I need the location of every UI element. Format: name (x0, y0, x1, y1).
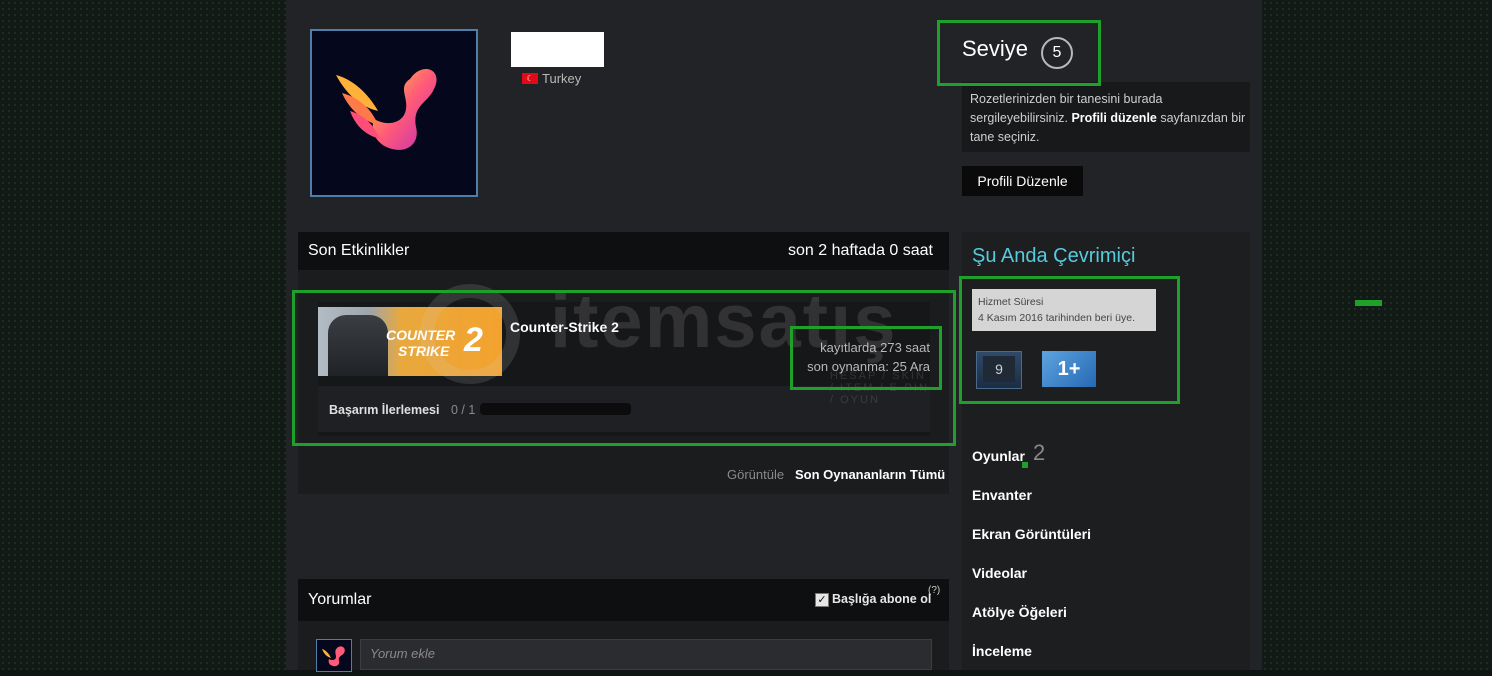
profile-name-redacted (511, 32, 604, 67)
online-status: Şu Anda Çevrimiçi (972, 245, 1136, 267)
comment-avatar (316, 639, 352, 672)
green-marker (1355, 300, 1382, 306)
sidebar-item-reviews[interactable]: İnceleme (972, 643, 1032, 659)
view-all-recent-games-link[interactable]: Son Oynananların Tümü (795, 467, 945, 482)
profile-avatar[interactable] (310, 29, 478, 197)
page-background-left (0, 0, 286, 670)
sidebar-item-videos[interactable]: Videolar (972, 565, 1027, 581)
green-marker-small (1022, 462, 1028, 468)
comment-input[interactable]: Yorum ekle (360, 639, 932, 670)
view-label: Görüntüle (727, 467, 785, 482)
subscribe-label[interactable]: Başlığa abone ol (832, 592, 931, 606)
activity-hours-summary: son 2 haftada 0 saat (788, 242, 933, 259)
profile-country: Turkey (542, 71, 582, 86)
page-background-right (1262, 0, 1492, 670)
games-count: 2 (1033, 440, 1046, 465)
subscribe-help-link[interactable]: (?) (928, 585, 940, 596)
sidebar-item-workshop[interactable]: Atölye Öğeleri (972, 604, 1067, 620)
edit-profile-button[interactable]: Profili Düzenle (962, 166, 1083, 196)
subscribe-checkbox[interactable]: ✓ (815, 593, 829, 607)
badge-note-link[interactable]: Profili düzenle (1071, 111, 1156, 125)
turkey-flag-icon: ☾ (522, 73, 538, 84)
highlight-level (937, 20, 1101, 86)
highlight-hours (790, 326, 942, 390)
sidebar-item-screenshots[interactable]: Ekran Görüntüleri (972, 526, 1091, 542)
highlight-badges (959, 276, 1180, 404)
comments-title: Yorumlar (308, 591, 372, 608)
sidebar-item-games[interactable]: Oyunlar (972, 448, 1025, 464)
badge-note-text: Rozetlerinizden bir tanesini burada serg… (970, 90, 1248, 147)
swan-logo-icon (336, 68, 437, 150)
swan-logo-icon (322, 646, 345, 667)
sidebar-item-inventory[interactable]: Envanter (972, 487, 1032, 503)
activity-title: Son Etkinlikler (308, 242, 410, 259)
